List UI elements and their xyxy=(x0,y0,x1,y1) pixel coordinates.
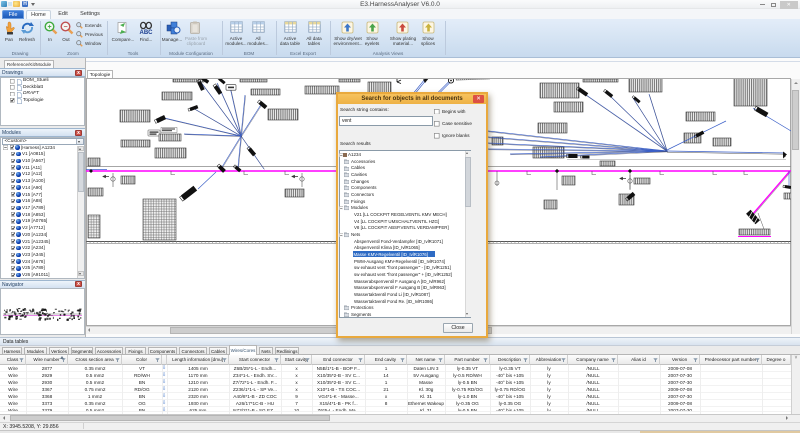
svg-text:+: + xyxy=(47,24,51,31)
svg-text:−: − xyxy=(63,24,67,31)
svg-text:ABC: ABC xyxy=(140,30,154,35)
